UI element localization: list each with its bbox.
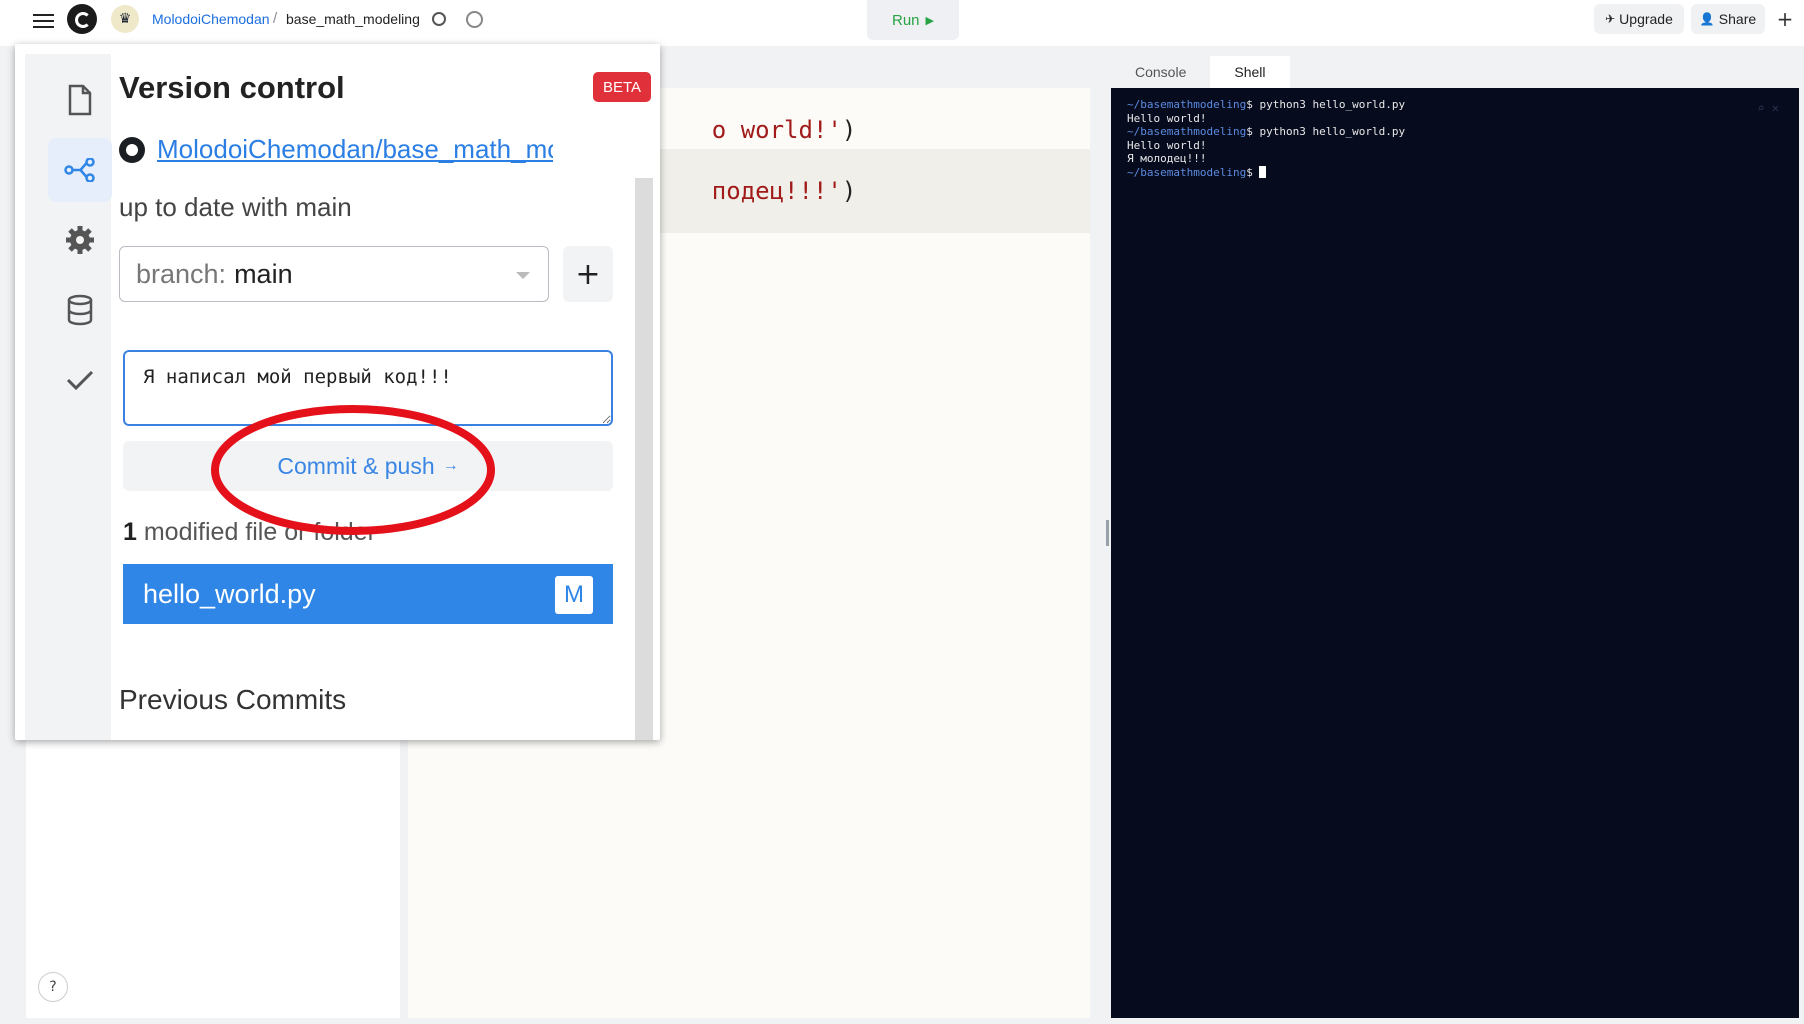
upgrade-label: Upgrade [1619, 11, 1673, 27]
share-label: Share [1718, 11, 1757, 27]
rail-item-files[interactable] [48, 68, 112, 132]
terminal-tools[interactable]: ⌕ ✕ [1757, 101, 1779, 116]
sync-status: up to date with main [119, 192, 352, 222]
add-branch-button[interactable]: + [563, 246, 613, 302]
code-paren: ) [841, 177, 857, 205]
add-user-icon: 👤 [1699, 12, 1715, 26]
owner-link[interactable]: MolodoiChemodan [152, 11, 270, 27]
code-line-active: подец!!!') [654, 149, 1090, 233]
repo-link[interactable]: MolodoiChemodan/base_math_modeling [157, 134, 553, 165]
terminal-line: ~/basemathmodeling$ python3 hello_world.… [1127, 125, 1783, 139]
arrow-right-icon: → [442, 457, 459, 474]
check-icon [66, 370, 94, 391]
panel-title: Version control [119, 70, 345, 105]
rail-item-checks[interactable] [48, 348, 112, 412]
git-branch-icon [64, 158, 95, 182]
rocket-icon: ✈ [1605, 12, 1616, 26]
code-paren: ) [841, 116, 857, 144]
github-icon [119, 137, 145, 163]
chevron-down-icon [516, 272, 530, 279]
pane-resize-handle[interactable] [1106, 520, 1109, 546]
branch-label: branch: [136, 258, 227, 289]
terminal-line: Hello world! [1127, 112, 1783, 126]
terminal-text: $ python3 hello_world.py [1246, 98, 1406, 111]
file-status-badge: M [555, 576, 593, 614]
terminal-text: Я молодец!!! [1127, 152, 1207, 165]
top-bar: ♛ MolodoiChemodan / base_math_modeling R… [0, 0, 1804, 46]
version-control-content: Version control BETA MolodoiChemodan/bas… [119, 44, 651, 740]
right-panel-tabs: Console Shell [1111, 56, 1290, 88]
breadcrumb-separator: / [273, 10, 278, 27]
upgrade-button[interactable]: ✈ Upgrade [1594, 4, 1684, 34]
terminal-prompt: ~/basemathmodeling [1127, 98, 1247, 111]
terminal-prompt: ~/basemathmodeling [1127, 165, 1247, 179]
terminal-text: Hello world! [1127, 138, 1207, 152]
rail-item-version-control[interactable] [48, 138, 112, 202]
code-text: o world!' [711, 116, 842, 144]
terminal-line: ~/basemathmodeling$ python3 hello_world.… [1127, 98, 1783, 112]
terminal-line: ~/basemathmodeling$ [1127, 165, 1783, 180]
commit-push-button[interactable]: Commit & push → [123, 441, 613, 491]
branch-value: main [234, 258, 293, 289]
commit-push-label: Commit & push [277, 452, 435, 479]
code-text: подец!!!' [711, 177, 842, 205]
repl-name[interactable]: base_math_modeling [286, 11, 420, 27]
history-icon[interactable] [466, 11, 483, 28]
rail-item-database[interactable] [48, 278, 112, 342]
tab-console[interactable]: Console [1111, 56, 1210, 88]
new-tab-button[interactable]: + [1773, 4, 1797, 34]
beta-badge: BETA [593, 72, 651, 102]
panel-scrollbar[interactable] [635, 178, 653, 740]
tool-rail [25, 54, 112, 740]
terminal-cursor [1259, 165, 1267, 178]
modified-label: modified file or folder [143, 518, 376, 546]
modified-file-row[interactable]: hello_world.py M [123, 564, 613, 624]
commit-message-input[interactable]: Я написал мой первый код!!! [123, 350, 613, 426]
menu-icon[interactable] [33, 11, 54, 30]
modified-summary: 1 modified file or folder [123, 518, 376, 547]
gear-icon [66, 226, 94, 254]
terminal-line: Hello world! [1127, 139, 1783, 153]
version-control-panel: Version control BETA MolodoiChemodan/bas… [15, 44, 660, 740]
run-label: Run [892, 11, 920, 29]
run-button[interactable]: Run ▶ [867, 0, 959, 40]
modified-count: 1 [123, 518, 137, 546]
file-icon [68, 84, 92, 116]
language-icon[interactable] [432, 12, 446, 26]
file-name: hello_world.py [143, 578, 316, 609]
play-icon: ▶ [925, 14, 934, 27]
previous-commits-heading: Previous Commits [119, 684, 347, 715]
owner-avatar[interactable]: ♛ [111, 5, 139, 33]
database-icon [67, 294, 93, 326]
shell-terminal[interactable]: ⌕ ✕ ~/basemathmodeling$ python3 hello_wo… [1111, 88, 1799, 1018]
help-button[interactable]: ? [38, 972, 68, 1002]
terminal-text: Hello world! [1127, 111, 1207, 125]
terminal-line: Я молодец!!! [1127, 152, 1783, 166]
tab-shell[interactable]: Shell [1210, 56, 1290, 88]
share-button[interactable]: 👤 Share [1691, 4, 1765, 34]
rail-item-settings[interactable] [48, 208, 112, 272]
replit-logo-icon[interactable] [67, 4, 97, 34]
branch-select[interactable]: branch: main [119, 246, 549, 302]
terminal-text: $ [1246, 165, 1260, 179]
terminal-prompt: ~/basemathmodeling [1127, 125, 1247, 138]
terminal-text: $ python3 hello_world.py [1246, 125, 1406, 138]
